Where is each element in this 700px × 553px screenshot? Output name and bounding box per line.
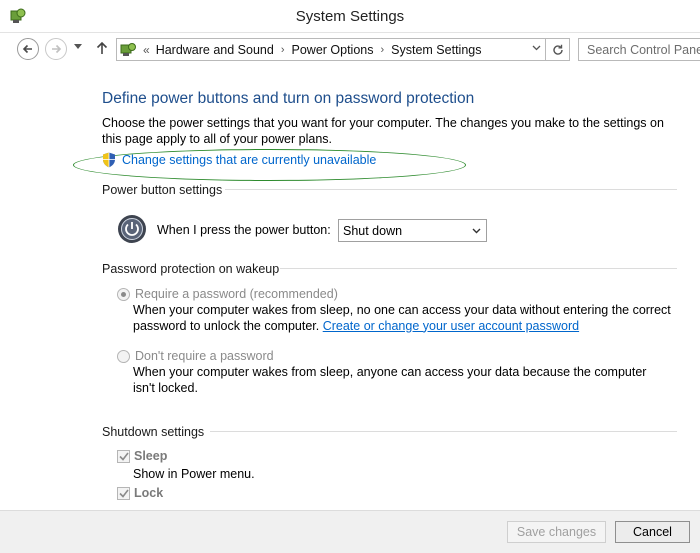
refresh-button[interactable] (545, 39, 569, 60)
require-password-description: When your computer wakes from sleep, no … (133, 303, 678, 334)
change-settings-link-text[interactable]: Change settings that are currently unava… (122, 153, 376, 167)
power-button-label: When I press the power button: (157, 223, 331, 237)
lock-checkbox[interactable] (117, 486, 130, 500)
page-title: Define power buttons and turn on passwor… (102, 90, 475, 107)
forward-arrow-icon (52, 44, 62, 54)
power-button-action-value: Shut down (343, 224, 403, 238)
address-dropdown-icon[interactable] (532, 45, 541, 51)
breadcrumb-chevron-icon[interactable]: › (281, 44, 285, 56)
require-password-label[interactable]: Require a password (recommended) (135, 287, 338, 301)
checkmark-icon (118, 489, 129, 498)
main-content: Define power buttons and turn on passwor… (0, 65, 700, 510)
up-arrow-icon[interactable] (96, 41, 108, 55)
breadcrumb-power-options[interactable]: Power Options (292, 43, 374, 57)
page-description: Choose the power settings that you want … (102, 116, 664, 146)
dont-require-password-option[interactable]: Don't require a password (117, 349, 274, 363)
breadcrumb-system-settings[interactable]: System Settings (391, 43, 481, 57)
change-settings-link[interactable]: Change settings that are currently unava… (102, 152, 376, 168)
sleep-description: Show in Power menu. (133, 467, 255, 481)
breadcrumb-chevron-icon[interactable]: › (380, 44, 384, 56)
checkmark-icon (118, 452, 129, 461)
power-button-icon (118, 215, 146, 243)
require-password-option[interactable]: Require a password (recommended) (117, 287, 338, 301)
lock-label[interactable]: Lock (134, 486, 163, 500)
refresh-icon (552, 44, 563, 55)
require-password-radio[interactable] (117, 287, 130, 301)
address-bar[interactable]: « Hardware and Sound › Power Options › S… (116, 38, 570, 61)
search-input[interactable]: Search Control Panel (578, 38, 700, 61)
navigation-bar: « Hardware and Sound › Power Options › S… (0, 33, 700, 65)
back-arrow-icon (22, 44, 32, 54)
save-changes-button[interactable]: Save changes (507, 521, 606, 543)
dont-require-password-radio[interactable] (117, 349, 130, 363)
account-password-link[interactable]: Create or change your user account passw… (323, 319, 579, 333)
dont-require-password-label[interactable]: Don't require a password (135, 349, 274, 363)
password-section-title: Password protection on wakeup (102, 262, 280, 276)
sleep-checkbox[interactable] (117, 449, 130, 463)
dont-require-password-description: When your computer wakes from sleep, any… (133, 365, 647, 395)
sleep-option[interactable]: Sleep (117, 449, 167, 463)
breadcrumb-hardware-and-sound[interactable]: Hardware and Sound (156, 43, 274, 57)
power-button-action-select[interactable]: Shut down (338, 219, 487, 242)
sleep-label[interactable]: Sleep (134, 449, 167, 463)
divider (210, 431, 677, 432)
shutdown-section-title: Shutdown settings (102, 425, 205, 439)
chevron-down-icon (472, 228, 481, 234)
title-bar: System Settings (0, 0, 700, 33)
control-panel-icon (120, 42, 136, 56)
cancel-button[interactable]: Cancel (615, 521, 690, 543)
lock-option[interactable]: Lock (117, 486, 163, 500)
window-title: System Settings (295, 8, 405, 25)
footer-bar: Save changes Cancel (0, 510, 700, 553)
uac-shield-icon (103, 152, 115, 168)
divider (225, 189, 677, 190)
divider (280, 268, 677, 269)
recent-locations-dropdown-icon[interactable] (74, 44, 82, 50)
breadcrumb-overflow[interactable]: « (143, 43, 150, 57)
forward-button[interactable] (45, 38, 67, 60)
back-button[interactable] (17, 38, 39, 60)
power-button-section-title: Power button settings (102, 183, 223, 197)
